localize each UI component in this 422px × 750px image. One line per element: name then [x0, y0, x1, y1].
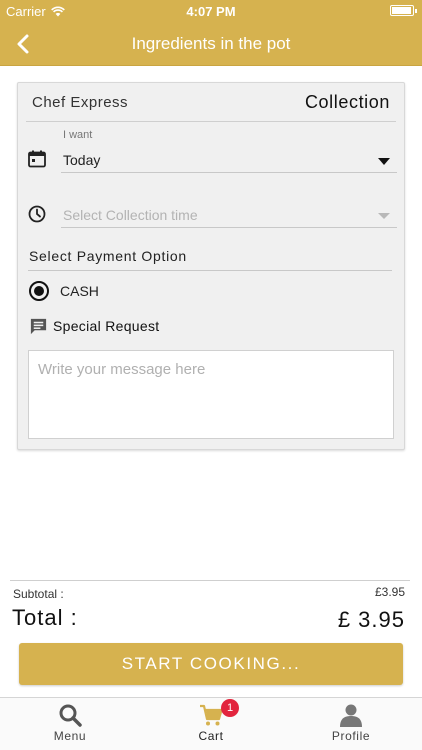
order-options-card: Chef Express Collection I want Today Sel…: [17, 82, 405, 450]
calendar-icon: [28, 150, 46, 168]
header-divider: [26, 121, 396, 122]
payment-divider: [28, 270, 392, 271]
total-label: Total :: [12, 605, 78, 630]
totals-divider: [10, 580, 410, 581]
tab-menu-label: Menu: [53, 729, 87, 743]
total-value: £ 3.95: [337, 607, 405, 632]
restaurant-name: Chef Express: [32, 94, 129, 111]
battery-icon: [390, 5, 417, 16]
order-mode: Collection: [304, 92, 390, 112]
tab-bar: Menu 1 Cart Profile: [0, 697, 422, 750]
subtotal-value: £3.95: [374, 585, 405, 599]
chevron-down-icon: [378, 213, 390, 219]
payment-section-title: Select Payment Option: [29, 248, 187, 264]
clock-icon: [28, 205, 46, 223]
start-cooking-button[interactable]: START COOKING...: [19, 643, 403, 685]
tab-cart-label: Cart: [198, 729, 224, 743]
search-icon: [59, 704, 82, 727]
page-title: Ingredients in the pot: [131, 34, 291, 53]
profile-icon: [340, 704, 362, 727]
cash-option-label[interactable]: CASH: [60, 283, 99, 299]
tab-cart[interactable]: 1 Cart: [151, 698, 271, 750]
subtotal-label: Subtotal :: [13, 587, 64, 601]
tab-profile-label: Profile: [331, 729, 371, 743]
cart-count-badge: 1: [221, 699, 239, 717]
clock-time: 4:07 PM: [186, 4, 236, 19]
collection-time-placeholder: Select Collection time: [63, 207, 198, 223]
status-bar: Carrier 4:07 PM: [0, 0, 422, 22]
date-select[interactable]: I want Today: [61, 125, 397, 173]
cash-radio-button[interactable]: [29, 281, 49, 301]
message-icon: [30, 318, 47, 335]
special-request-label: Special Request: [53, 318, 160, 334]
tab-menu[interactable]: Menu: [10, 698, 130, 750]
special-request-input[interactable]: [28, 350, 394, 439]
collection-time-select[interactable]: Select Collection time: [61, 193, 397, 228]
date-field-value: Today: [63, 152, 101, 168]
navigation-bar: Ingredients in the pot: [0, 22, 422, 66]
tab-profile[interactable]: Profile: [291, 698, 411, 750]
chevron-down-icon: [378, 158, 390, 165]
date-field-label: I want: [63, 129, 93, 141]
